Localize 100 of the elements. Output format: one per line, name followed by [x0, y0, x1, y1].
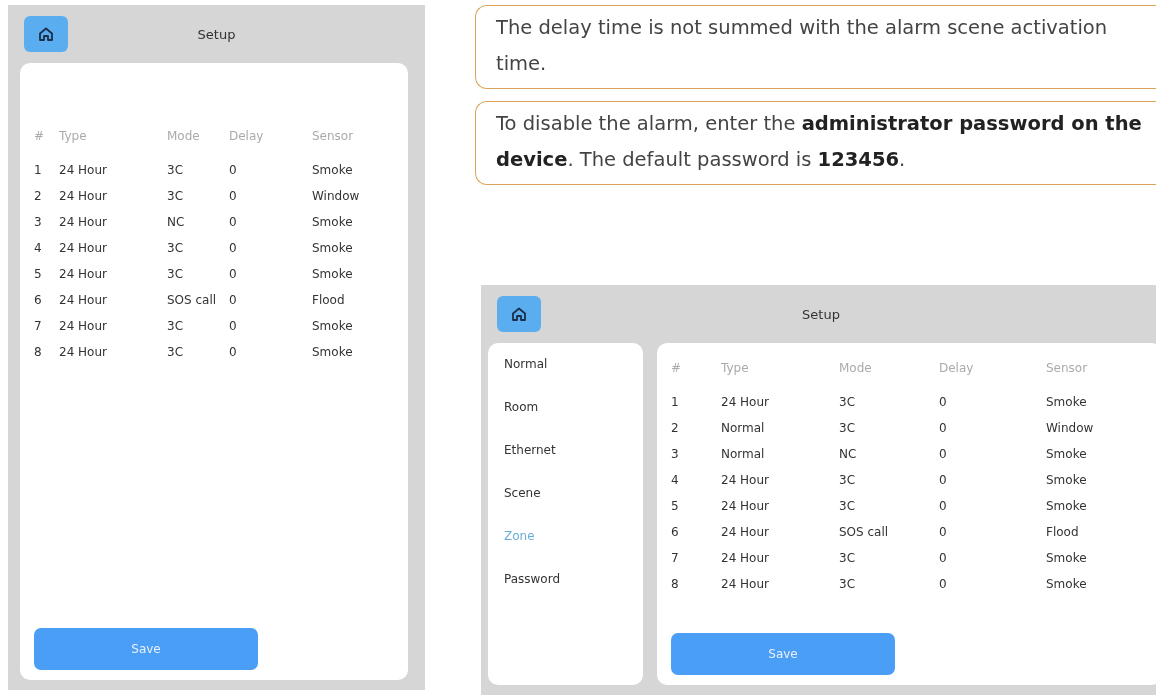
table-cell-text: 3C [167, 188, 184, 205]
table-cell-text: 3 [34, 214, 43, 231]
table-cell-text: 0 [229, 292, 238, 309]
table-cell-text: 3C [839, 394, 856, 411]
table-cell-text: 3C [839, 550, 856, 567]
column-header: # [34, 128, 46, 145]
screen-title: Setup [802, 306, 840, 322]
table-cell-text: 4 [34, 240, 43, 257]
table-cell-text: 5 [34, 266, 43, 283]
column-header: Delay [229, 128, 265, 145]
table-cell-text: 0 [229, 344, 238, 361]
table-cell-text: 1 [671, 394, 680, 411]
table-cell-text: 0 [229, 214, 238, 231]
table-cell-text: 3C [839, 576, 856, 593]
column-header: Type [721, 360, 750, 377]
table-cell-text: 3C [167, 240, 184, 257]
table-cell-text: 24 Hour [59, 344, 108, 361]
table-cell-text: 0 [229, 266, 238, 283]
table-cell-text: Flood [312, 292, 346, 309]
table-cell-text: 24 Hour [721, 576, 770, 593]
table-cell-text: 6 [34, 292, 43, 309]
table-cell-text: 3C [839, 472, 856, 489]
table-cell-text: 24 Hour [721, 472, 770, 489]
table-cell-text: Smoke [1046, 498, 1088, 515]
table-cell-text: Smoke [1046, 576, 1088, 593]
table-cell-text: 24 Hour [59, 266, 108, 283]
table-cell-text: 0 [229, 240, 238, 257]
table-cell-text: 3C [167, 344, 184, 361]
table-cell-text: 3C [839, 420, 856, 437]
table-cell-text: 24 Hour [721, 498, 770, 515]
table-cell-text: Smoke [312, 266, 354, 283]
table-cell-text: 0 [229, 318, 238, 335]
table-cell-text: 24 Hour [721, 524, 770, 541]
table-cell-text: SOS call [167, 292, 218, 309]
table-cell-text: Normal [721, 420, 766, 437]
column-header: Type [59, 128, 88, 145]
table-cell-text: 0 [939, 446, 948, 463]
table-cell-text: 8 [34, 344, 43, 361]
home-button[interactable] [24, 16, 68, 52]
sidebar-item[interactable]: Normal [504, 357, 643, 375]
table-cell-text: 24 Hour [721, 394, 770, 411]
table-cell-text: 0 [939, 524, 948, 541]
note-text: To disable the alarm, enter the administrator password on the device. The default password is 123456. [475, 101, 1156, 185]
table-cell-text: Smoke [1046, 472, 1088, 489]
table-cell-text: 0 [939, 472, 948, 489]
table-cell-text: 2 [671, 420, 680, 437]
table-cell-text: Smoke [312, 162, 354, 179]
table-cell-text: 24 Hour [59, 292, 108, 309]
table-cell-text: 0 [939, 550, 948, 567]
table-cell-text: 24 Hour [59, 188, 108, 205]
table-cell-text: 3C [167, 162, 184, 179]
sidebar-item[interactable]: Ethernet [504, 443, 643, 461]
column-header: Delay [939, 360, 975, 377]
table-cell-text: 4 [671, 472, 680, 489]
column-header: # [671, 360, 683, 377]
table-cell-text: 3 [671, 446, 680, 463]
table-cell-text: 24 Hour [59, 240, 108, 257]
table-cell-text: 0 [939, 576, 948, 593]
column-header: Mode [839, 360, 873, 377]
table-cell-text: 1 [34, 162, 43, 179]
column-header: Sensor [312, 128, 355, 145]
table-cell-text: 2 [34, 188, 43, 205]
table-cell-text: 24 Hour [59, 214, 108, 231]
note-text: The delay time is not summed with the alarm scene activation time. [475, 5, 1156, 89]
table-cell-text: 0 [229, 188, 238, 205]
home-icon [511, 306, 527, 322]
table-cell-text: 8 [671, 576, 680, 593]
column-header: Mode [167, 128, 201, 145]
table-cell-text: Normal [721, 446, 766, 463]
home-button[interactable] [497, 296, 541, 332]
table-cell-text: 0 [939, 420, 948, 437]
sidebar-item[interactable]: Scene [504, 486, 643, 504]
table-cell-text: Flood [1046, 524, 1080, 541]
table-cell-text: Smoke [312, 344, 354, 361]
column-header: Sensor [1046, 360, 1089, 377]
table-cell-text: 24 Hour [59, 162, 108, 179]
table-cell-text: Window [312, 188, 361, 205]
table-cell-text: 0 [229, 162, 238, 179]
table-cell-text: 24 Hour [59, 318, 108, 335]
table-cell-text: NC [839, 446, 858, 463]
table-cell-text: Window [1046, 420, 1095, 437]
table-cell-text: 3C [839, 498, 856, 515]
table-cell-text: 3C [167, 266, 184, 283]
table-cell-text: Smoke [312, 318, 354, 335]
table-cell-text: 0 [939, 498, 948, 515]
table-cell-text: SOS call [839, 524, 890, 541]
table-cell-text: 24 Hour [721, 550, 770, 567]
table-cell-text: Smoke [1046, 446, 1088, 463]
sidebar-item[interactable]: Password [504, 572, 643, 590]
sidebar-item[interactable]: Room [504, 400, 643, 418]
table-cell-text: 3C [167, 318, 184, 335]
home-icon [38, 26, 54, 42]
table-cell-text: Smoke [312, 214, 354, 231]
table-cell-text: 0 [939, 394, 948, 411]
table-cell-text: 7 [34, 318, 43, 335]
table-cell-text: Smoke [1046, 550, 1088, 567]
table-cell-text: Smoke [312, 240, 354, 257]
table-cell-text: 6 [671, 524, 680, 541]
table-cell-text: NC [167, 214, 186, 231]
screen-title: Setup [197, 26, 236, 42]
